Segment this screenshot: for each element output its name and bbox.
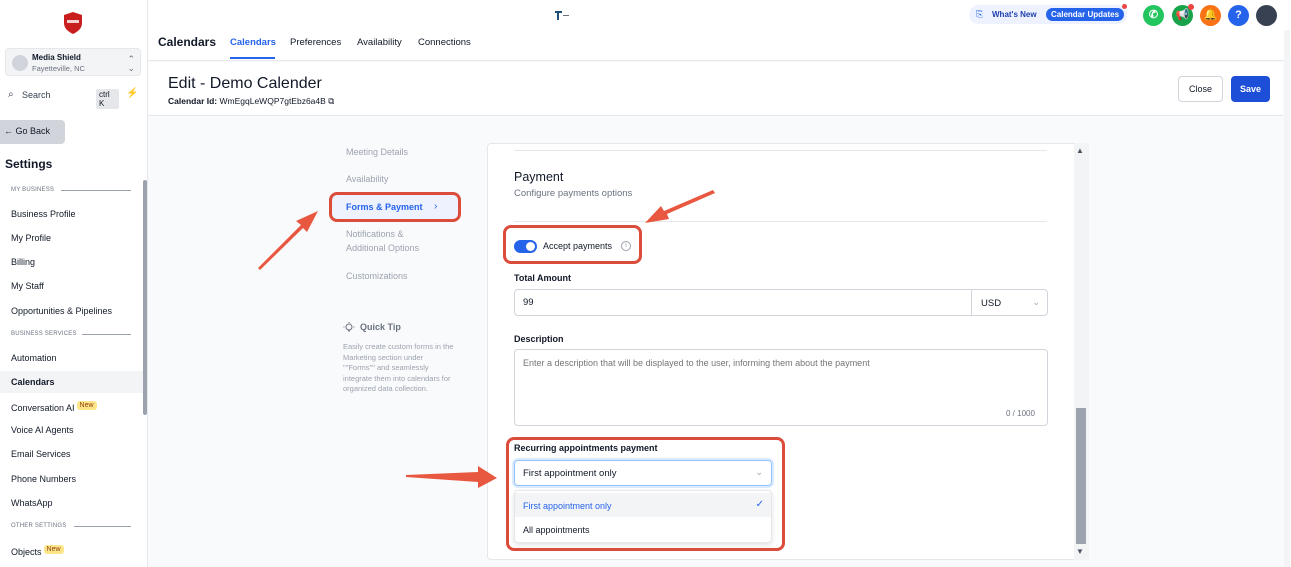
notification-dot xyxy=(1122,4,1127,9)
page-scrollbar[interactable] xyxy=(1284,30,1290,567)
subnav-availability[interactable]: Availability xyxy=(346,172,388,186)
brand-logo-icon xyxy=(555,11,569,20)
active-tab-indicator xyxy=(230,57,275,59)
announcement-icon: ⎘ xyxy=(976,9,984,19)
subnav-notifications[interactable]: Notifications & xyxy=(346,227,404,241)
calendar-id: Calendar Id: WmEgqLeWQP7gtEbz6a4B ⧉ xyxy=(168,96,334,107)
annotation-box-forms-payment xyxy=(329,192,461,222)
section-divider xyxy=(82,334,131,335)
copy-icon[interactable]: ⧉ xyxy=(328,96,334,106)
search-icon: ⌕ xyxy=(8,89,14,100)
payment-divider xyxy=(514,221,1047,222)
annotation-box-accept-payments xyxy=(503,225,642,264)
annotation-arrow xyxy=(258,211,318,270)
chevron-up-down-icon: ⌃ ⌄ xyxy=(127,54,135,73)
sidebar-item-opportunities[interactable]: Opportunities & Pipelines xyxy=(0,300,144,322)
chevron-down-icon: ⌄ xyxy=(1032,297,1040,307)
total-amount-input[interactable] xyxy=(514,289,972,316)
subnav-additional-options[interactable]: Additional Options xyxy=(346,241,419,255)
go-back-button[interactable]: ← Go Back xyxy=(0,120,65,144)
whats-new-banner[interactable]: ⎘ What's New Calendar Updates xyxy=(969,4,1127,24)
panel-scrollbar-thumb[interactable] xyxy=(1076,408,1086,544)
sidebar-item-label: Objects xyxy=(11,547,42,557)
page-section-title: Calendars xyxy=(158,35,217,49)
account-name: Media Shield xyxy=(32,53,81,62)
scroll-up-icon[interactable]: ▲ xyxy=(1076,146,1084,155)
bell-icon[interactable]: 🔔 xyxy=(1200,5,1221,26)
top-bar: Calendars Calendars Preferences Availabi… xyxy=(148,0,1291,61)
calendar-id-label: Calendar Id: xyxy=(168,96,218,106)
close-button[interactable]: Close xyxy=(1178,76,1223,102)
section-divider xyxy=(61,190,131,191)
subnav-meeting-details[interactable]: Meeting Details xyxy=(346,145,408,159)
sidebar-item-voice-ai-agents[interactable]: Voice AI Agents xyxy=(0,419,144,441)
whats-new-label: What's New xyxy=(992,10,1037,19)
sidebar-item-phone-numbers[interactable]: Phone Numbers xyxy=(0,468,144,490)
annotation-box-recurring xyxy=(506,437,785,551)
sidebar-item-my-profile[interactable]: My Profile xyxy=(0,227,144,249)
notification-dot xyxy=(1188,4,1194,10)
tab-availability[interactable]: Availability xyxy=(357,37,402,48)
sidebar-item-billing[interactable]: Billing xyxy=(0,251,144,273)
account-location: Fayetteville, NC xyxy=(32,64,85,73)
tab-calendars[interactable]: Calendars xyxy=(230,37,276,48)
save-button[interactable]: Save xyxy=(1231,76,1270,102)
calendar-id-value: WmEgqLeWQP7gtEbz6a4B xyxy=(219,96,326,106)
subnav-customizations[interactable]: Customizations xyxy=(346,269,408,283)
phone-icon[interactable]: ✆ xyxy=(1143,5,1164,26)
sidebar-item-label: Conversation AI xyxy=(11,403,75,413)
currency-select[interactable]: USD ⌄ xyxy=(971,289,1048,316)
scroll-down-icon[interactable]: ▼ xyxy=(1076,547,1084,556)
megaphone-icon[interactable]: 📢 xyxy=(1172,4,1194,26)
sidebar-item-conversation-ai[interactable]: Conversation AI New xyxy=(0,395,144,417)
new-badge: New xyxy=(43,545,64,554)
tab-preferences[interactable]: Preferences xyxy=(290,37,341,48)
sidebar-item-calendars[interactable]: Calendars xyxy=(0,371,144,393)
currency-value: USD xyxy=(981,298,1002,309)
quick-tip-title: Quick Tip xyxy=(360,322,401,332)
sidebar-item-business-profile[interactable]: Business Profile xyxy=(0,203,144,225)
lightbulb-icon xyxy=(343,322,355,332)
section-my-business: MY BUSINESS xyxy=(11,187,55,193)
sidebar-item-whatsapp[interactable]: WhatsApp xyxy=(0,492,144,514)
new-badge: New xyxy=(76,401,97,410)
section-business-services: BUSINESS SERVICES xyxy=(11,331,77,337)
sidebar-item-objects[interactable]: Objects New xyxy=(0,539,144,561)
sidebar-item-email-services[interactable]: Email Services xyxy=(0,443,144,465)
settings-title: Settings xyxy=(5,157,53,171)
account-avatar-icon xyxy=(12,55,28,71)
tab-connections[interactable]: Connections xyxy=(418,37,471,48)
calendar-updates-button[interactable]: Calendar Updates xyxy=(1046,8,1125,21)
section-divider xyxy=(74,526,131,527)
payment-title: Payment xyxy=(514,170,564,184)
page-title: Edit - Demo Calender xyxy=(168,75,322,92)
panel-top-divider xyxy=(514,150,1047,151)
search-label: Search xyxy=(22,90,51,100)
account-switcher[interactable]: Media Shield Fayetteville, NC ⌃ ⌄ xyxy=(5,48,141,76)
description-textarea[interactable] xyxy=(514,349,1048,426)
search-bar[interactable]: ⌕ Search ctrl K xyxy=(5,87,119,109)
help-icon[interactable]: ? xyxy=(1228,5,1249,26)
lightning-icon[interactable]: ⚡ xyxy=(126,88,138,99)
page-header: Edit - Demo Calender Calendar Id: WmEgqL… xyxy=(148,62,1283,116)
company-logo xyxy=(64,12,82,34)
user-avatar[interactable] xyxy=(1256,5,1277,26)
description-label: Description xyxy=(514,334,564,344)
character-count: 0 / 1000 xyxy=(1006,409,1035,418)
sidebar-scrollbar[interactable] xyxy=(143,180,147,415)
sidebar-item-automation[interactable]: Automation xyxy=(0,347,144,369)
sidebar-item-my-staff[interactable]: My Staff xyxy=(0,275,144,297)
section-other-settings: OTHER SETTINGS xyxy=(11,523,67,529)
payment-subtitle: Configure payments options xyxy=(514,188,633,199)
annotation-arrow xyxy=(406,466,497,488)
quick-tip-text: Easily create custom forms in the Market… xyxy=(343,342,454,393)
total-amount-label: Total Amount xyxy=(514,273,571,283)
search-shortcut: ctrl K xyxy=(96,89,119,109)
sidebar: Media Shield Fayetteville, NC ⌃ ⌄ ⌕ Searc… xyxy=(0,0,148,567)
